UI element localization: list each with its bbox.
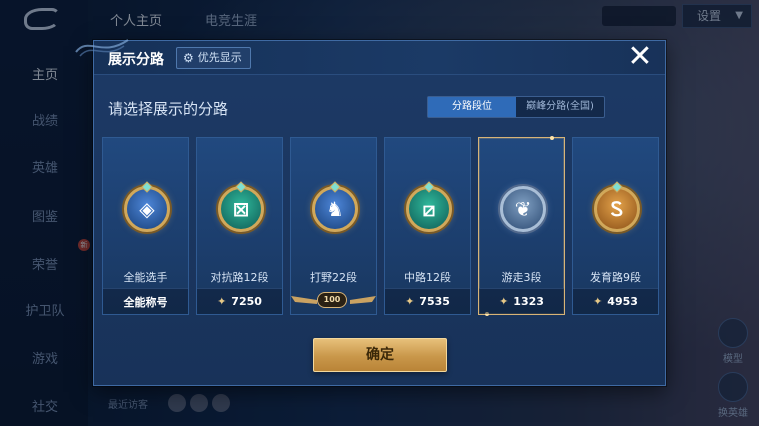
- lane-mode-toggle: 分路段位 巅峰分路(全国): [427, 96, 605, 118]
- clash-glyph-icon: ⊠: [232, 197, 250, 221]
- score-icon: ✦: [217, 295, 227, 308]
- card-score: 4953: [607, 295, 638, 308]
- card-footer: ✦ 4953: [573, 288, 658, 314]
- tab-peak-lane-national[interactable]: 巅峰分路(全国): [516, 97, 604, 117]
- lane-card-jungle[interactable]: ♞ 打野22段 100: [290, 137, 377, 315]
- card-lane-name: 中路12段: [404, 271, 451, 284]
- card-lane-name: 全能选手: [123, 271, 168, 284]
- priority-display-button[interactable]: ⚙ 优先显示: [176, 47, 251, 69]
- lane-card-all-round[interactable]: ◈ 全能选手 全能称号: [102, 137, 189, 315]
- score-icon: ✦: [593, 295, 603, 308]
- score-icon: ✦: [405, 295, 415, 308]
- lane-card-mid[interactable]: ⧄ 中路12段 ✦ 7535: [384, 137, 471, 315]
- confirm-button[interactable]: 确定: [313, 338, 447, 372]
- card-score: 7250: [231, 295, 262, 308]
- card-score: 1323: [513, 295, 544, 308]
- mid-lane-emblem-icon: ⧄: [406, 181, 452, 232]
- lane-card-roam[interactable]: ❦ 游走3段 ✦ 1323: [478, 136, 565, 316]
- close-button[interactable]: ✕: [624, 42, 656, 73]
- roam-glyph-icon: ❦: [514, 197, 532, 221]
- rank-stars-badge: 100: [317, 292, 347, 308]
- all-round-emblem-icon: ◈: [124, 181, 170, 232]
- farm-lane-emblem-icon: Ꮪ: [594, 181, 640, 232]
- clash-lane-emblem-icon: ⊠: [218, 181, 264, 232]
- tab-lane-rank[interactable]: 分路段位: [428, 97, 516, 117]
- modal-header: 展示分路 ⚙ 优先显示 ✕: [94, 41, 665, 75]
- score-icon: ✦: [499, 295, 509, 308]
- card-footer: 全能称号: [103, 288, 188, 314]
- card-lane-name: 对抗路12段: [210, 271, 269, 284]
- gear-icon: ⚙: [183, 51, 194, 65]
- card-footer: ✦ 7535: [385, 288, 470, 314]
- modal-subtitle: 请选择展示的分路: [108, 100, 229, 118]
- lane-card-clash[interactable]: ⊠ 对抗路12段 ✦ 7250: [196, 137, 283, 315]
- lane-card-list: ◈ 全能选手 全能称号 ⊠ 对抗路12段 ✦ 7250 ♞ 打野22段 100 …: [102, 136, 659, 317]
- close-icon: ✕: [627, 39, 653, 74]
- lane-display-modal: 展示分路 ⚙ 优先显示 ✕ 请选择展示的分路 分路段位 巅峰分路(全国) ◈ 全…: [93, 40, 666, 386]
- selected-corner-dot: [550, 136, 554, 140]
- rank-ribbon: 100: [289, 290, 378, 310]
- roam-emblem-icon: ❦: [500, 186, 546, 232]
- card-lane-name: 游走3段: [501, 271, 542, 284]
- jungle-glyph-icon: ♞: [326, 197, 344, 221]
- priority-display-label: 优先显示: [197, 51, 242, 64]
- card-lane-name: 打野22段: [310, 271, 357, 284]
- card-footer: ✦ 7250: [197, 288, 282, 314]
- header-wave-ornament-icon: [75, 39, 129, 57]
- card-footer-text: 全能称号: [123, 295, 168, 309]
- mid-glyph-icon: ⧄: [422, 197, 436, 221]
- card-lane-name: 发育路9段: [590, 271, 641, 284]
- all-round-glyph-icon: ◈: [139, 197, 155, 221]
- jungle-emblem-icon: ♞: [312, 181, 358, 232]
- lane-card-farm[interactable]: Ꮪ 发育路9段 ✦ 4953: [572, 137, 659, 315]
- farm-glyph-icon: Ꮪ: [610, 197, 624, 221]
- card-footer: ✦ 1323: [479, 288, 564, 314]
- card-score: 7535: [419, 295, 450, 308]
